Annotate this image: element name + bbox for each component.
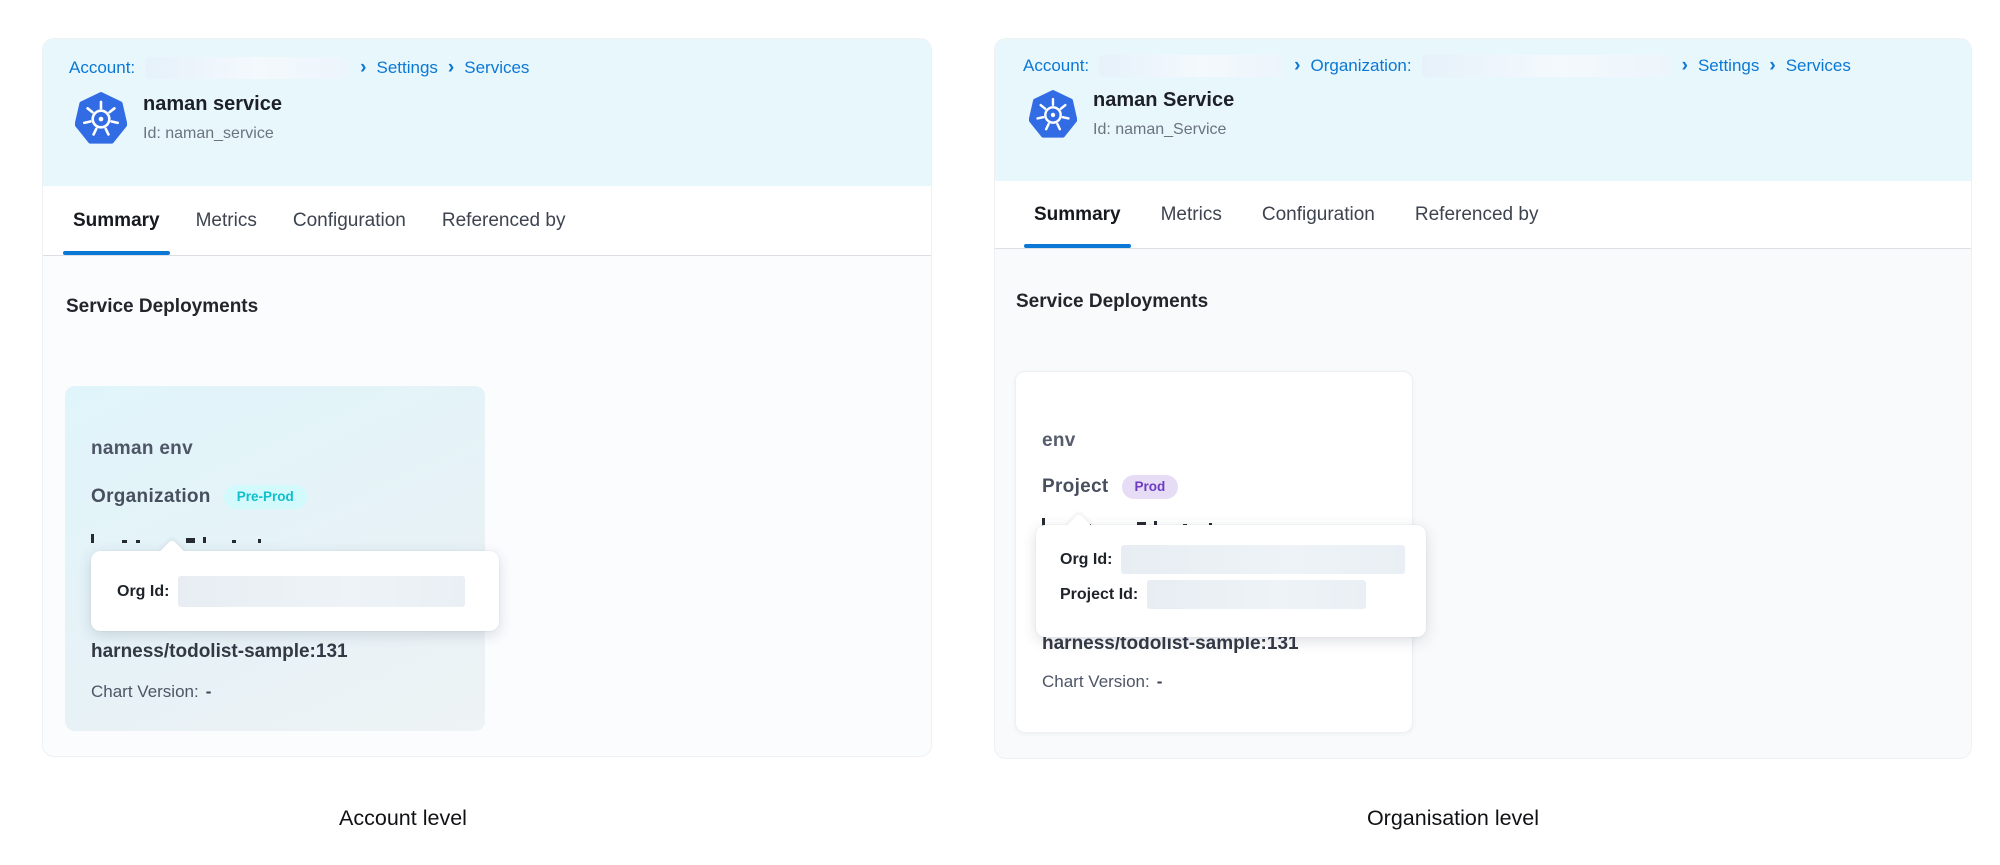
chevron-right-icon: › [1682,56,1688,75]
summary-content: Service Deployments naman env Organizati… [43,256,931,756]
org-id-label: Org Id: [117,583,169,601]
project-id-row: Project Id: [1060,580,1426,609]
service-text: naman service Id: naman_service [143,93,282,143]
env-type-badge: Pre-Prod [224,485,307,509]
org-id-label: Org Id: [1060,551,1112,569]
artifact-name: harness/todolist-sample:131 [91,641,348,663]
chevron-right-icon: › [448,58,454,77]
scope-label: Project [1042,476,1109,498]
tab-summary[interactable]: Summary [1031,181,1124,248]
redacted-org-id [1422,55,1672,77]
tab-configuration[interactable]: Configuration [1259,181,1378,248]
breadcrumb-organization-link[interactable]: Organization: [1310,56,1411,76]
service-identity: naman Service Id: naman_Service [1029,89,1971,139]
tab-metrics[interactable]: Metrics [1158,181,1225,248]
tooltip-rows: Org Id: [91,551,499,631]
figure-caption-account: Account level [243,806,563,831]
chart-version-label: Chart Version: [1042,672,1150,691]
redacted-project-id [1147,580,1366,609]
section-title: Service Deployments [1016,291,1208,313]
org-id-row: Org Id: [117,576,499,607]
scope-row: Organization Pre-Prod [91,485,307,509]
chevron-right-icon: › [1769,56,1775,75]
id-tooltip: Org Id: Project Id: [1036,525,1426,637]
environment-name: env [1042,430,1076,452]
org-level-panel: Account: › Organization: › Settings › Se… [994,38,1972,759]
service-name: naman Service [1093,89,1234,112]
figure-caption-organisation: Organisation level [1288,806,1618,831]
service-header: Account: › Settings › Services [43,39,931,186]
project-id-label: Project Id: [1060,586,1138,604]
breadcrumb-settings-link[interactable]: Settings [376,58,437,78]
scope-row: Project Prod [1042,475,1178,499]
service-name: naman service [143,93,282,116]
tooltip-rows: Org Id: Project Id: [1036,525,1426,637]
redacted-org-id [1121,545,1405,574]
breadcrumb-services-link[interactable]: Services [464,58,529,78]
chart-version-row: Chart Version:- [1042,672,1162,692]
chart-version-value: - [206,682,212,701]
kubernetes-icon [75,91,127,145]
service-header: Account: › Organization: › Settings › Se… [995,39,1971,181]
tab-bar: Summary Metrics Configuration Referenced… [43,186,931,256]
breadcrumb-services-link[interactable]: Services [1786,56,1851,76]
service-text: naman Service Id: naman_Service [1093,89,1234,139]
service-id: Id: naman_Service [1093,121,1234,139]
id-tooltip: Org Id: [91,551,499,631]
tab-configuration[interactable]: Configuration [290,186,409,255]
scope-label: Organization [91,486,211,508]
chart-version-row: Chart Version:- [91,682,211,702]
service-id: Id: naman_service [143,125,282,143]
breadcrumb: Account: › Settings › Services [69,57,931,79]
tab-referenced-by[interactable]: Referenced by [439,186,569,255]
env-type-badge: Prod [1122,475,1179,499]
kubernetes-icon [1029,89,1077,139]
redacted-account-id [145,57,350,79]
org-id-row: Org Id: [1060,545,1426,574]
tab-referenced-by[interactable]: Referenced by [1412,181,1542,248]
account-level-panel: Account: › Settings › Services [42,38,932,757]
breadcrumb-account-link[interactable]: Account: [1023,56,1089,76]
redacted-org-id [178,576,465,607]
service-identity: naman service Id: naman_service [75,91,931,145]
section-title: Service Deployments [66,296,258,318]
tab-metrics[interactable]: Metrics [193,186,260,255]
breadcrumb-account-link[interactable]: Account: [69,58,135,78]
summary-content: Service Deployments env Project Prod har… [995,249,1971,758]
tab-bar: Summary Metrics Configuration Referenced… [995,181,1971,249]
environment-name: naman env [91,438,193,460]
tab-summary[interactable]: Summary [70,186,163,255]
redacted-account-id [1099,55,1284,77]
chevron-right-icon: › [360,58,366,77]
breadcrumb-settings-link[interactable]: Settings [1698,56,1759,76]
obscured-text-fragments [91,534,261,543]
chart-version-label: Chart Version: [91,682,199,701]
chevron-right-icon: › [1294,56,1300,75]
chart-version-value: - [1157,672,1163,691]
figure-canvas: Account: › Settings › Services [0,0,2000,865]
breadcrumb: Account: › Organization: › Settings › Se… [1023,55,1971,77]
